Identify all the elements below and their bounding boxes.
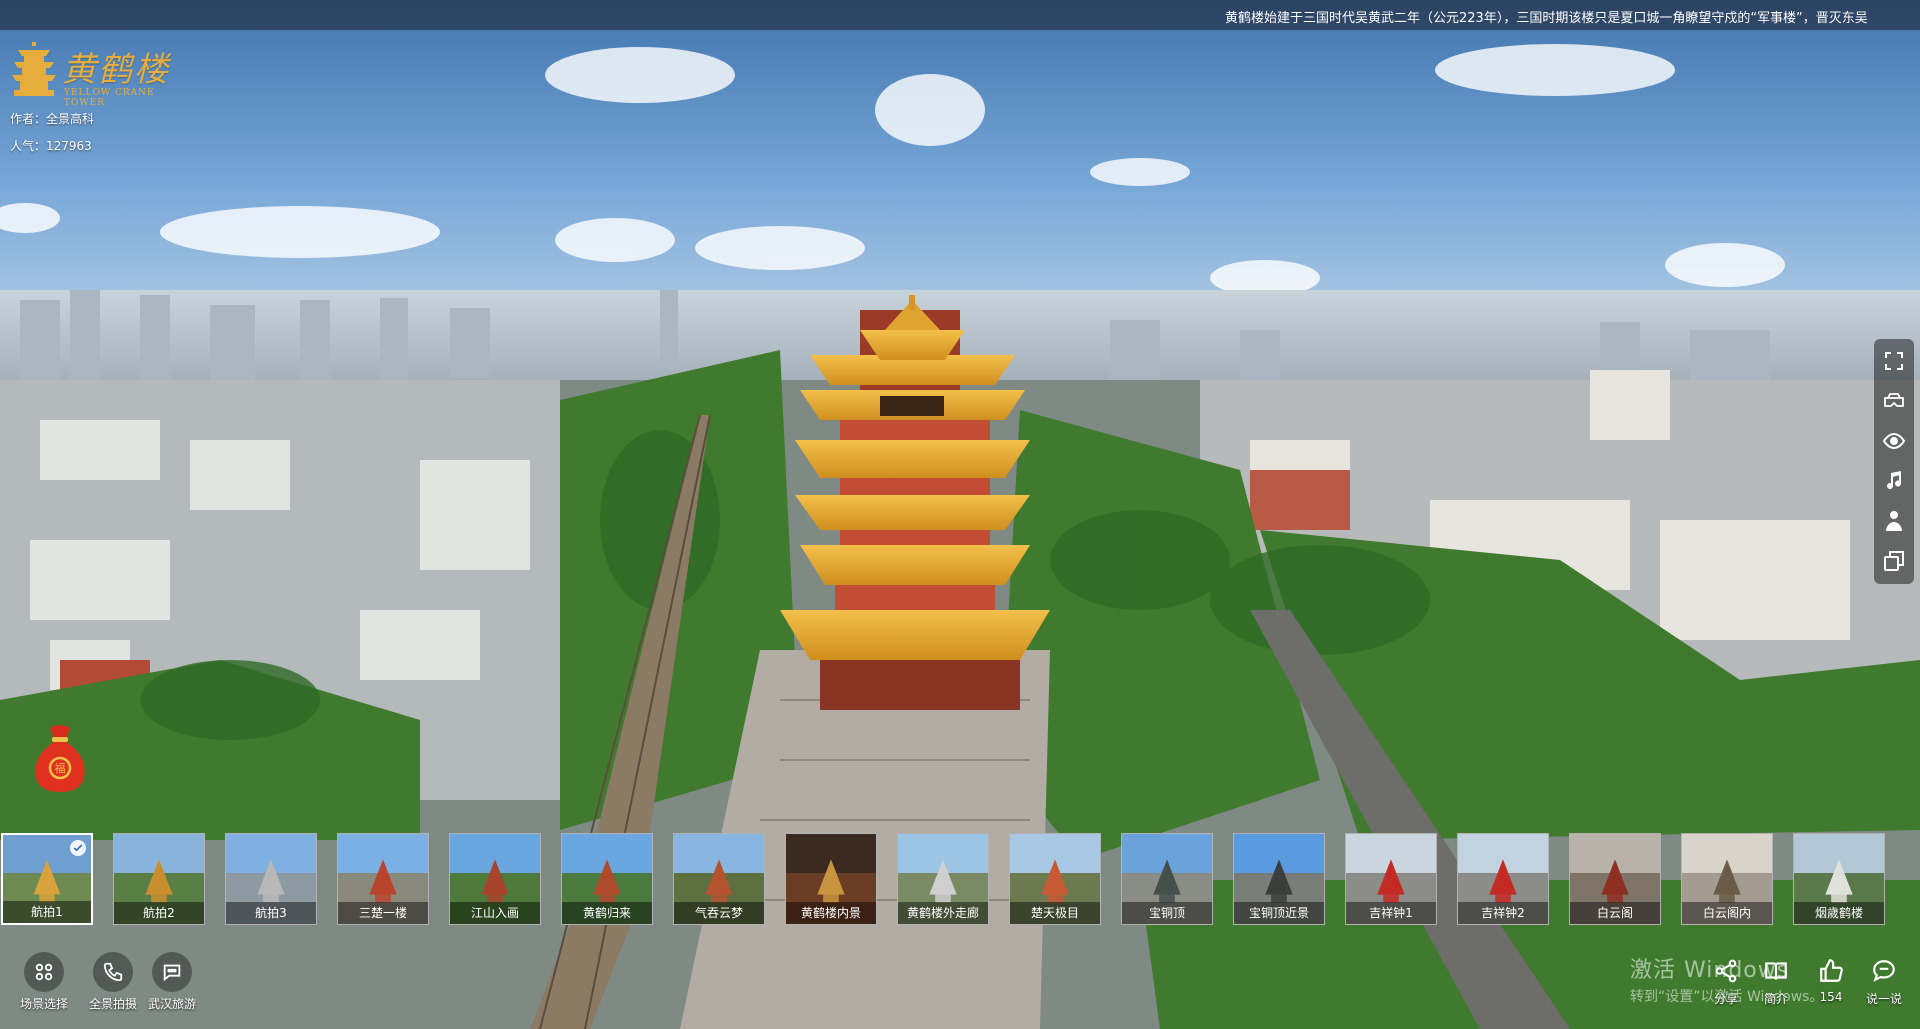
scene-thumbnail-label: 黄鹤楼内景 [786,902,876,924]
comment-button[interactable]: 说一说 [1858,958,1910,1014]
scene-thumbnail-label: 烟歲鹤楼 [1794,902,1884,924]
scene-thumbnail[interactable]: 航拍3 [225,833,317,925]
scene-thumbnail[interactable]: 黄鹤楼内景 [785,833,877,925]
announcement-marquee: 黄鹤楼始建于三国时代吴黄武二年（公元223年），三国时期该楼只是夏口城一角瞭望守… [0,0,1920,30]
comment-label: 说一说 [1865,992,1902,1006]
view-mode-button[interactable] [1874,421,1914,461]
svg-text:福: 福 [55,761,66,775]
scene-thumbnail-label: 航拍1 [3,901,91,923]
scene-thumbnail[interactable]: 吉祥钟2 [1457,833,1549,925]
scene-thumbnail[interactable]: 航拍1 [1,833,93,925]
scene-thumbnail-label: 白云阁 [1570,902,1660,924]
like-count: 154 [1819,990,1843,1004]
eye-icon [1882,432,1906,450]
scene-thumbnail[interactable]: 烟歲鹤楼 [1793,833,1885,925]
fullscreen-icon [1885,352,1903,370]
scene-thumbnail[interactable]: 黄鹤楼外走廊 [897,833,989,925]
fullscreen-button[interactable] [1874,341,1914,381]
scene-thumbnail-label: 黄鹤楼外走廊 [898,902,988,924]
scene-thumbnail[interactable]: 气吞云梦 [673,833,765,925]
window-switch-icon [1884,551,1904,571]
chat-bubble-icon [163,964,181,982]
right-toolbar [1874,339,1914,584]
share-button[interactable]: 分享 [1700,958,1752,1014]
intro-label: 简介 [1763,992,1788,1006]
thumbs-up-icon [1820,959,1843,982]
author-text: 作者：全景高科 [10,112,95,126]
intro-button[interactable]: 简介 [1750,958,1802,1014]
phone-icon [103,962,123,982]
scene-thumbnail-label: 航拍3 [226,902,316,924]
scene-thumbnail-label: 白云阁内 [1682,902,1772,924]
scene-thumbnail[interactable]: 江山入画 [449,833,541,925]
wuhan-travel-label: 武汉旅游 [147,997,196,1011]
vr-glasses-icon [1884,393,1904,407]
window-switch-button[interactable] [1874,541,1914,581]
brand-title: 黄鹤楼 [62,50,170,90]
scene-thumbnail-label: 宝铜顶 [1122,902,1212,924]
scene-thumbnail[interactable]: 航拍2 [113,833,205,925]
scene-select-label: 场景选择 [19,997,68,1011]
scene-thumbnail-label: 江山入画 [450,902,540,924]
scene-thumbnail-label: 黄鹤归来 [562,902,652,924]
marquee-text: 黄鹤楼始建于三国时代吴黄武二年（公元223年），三国时期该楼只是夏口城一角瞭望守… [1225,11,1868,26]
music-icon [1887,471,1902,490]
brand-logo: 黄鹤楼 YELLOW CRANE TOWER [10,40,170,108]
scene-thumbnail[interactable]: 三楚一楼 [337,833,429,925]
scene-thumbnail[interactable]: 白云阁内 [1681,833,1773,925]
scene-thumbnail-label: 吉祥钟1 [1346,902,1436,924]
selected-check-icon [70,840,86,856]
money-bag-icon: 福 [35,725,85,792]
popularity-text: 人气：127963 [10,139,92,153]
guide-button[interactable] [1874,501,1914,541]
tower-logo-icon [12,42,56,96]
red-envelope-button[interactable]: 福 [28,722,92,794]
music-button[interactable] [1874,461,1914,501]
person-icon [1886,511,1902,531]
scene-thumbnail-strip: 航拍1 航拍2 航拍3 三楚一楼 江山入画 黄鹤归来 气吞云梦 黄鹤楼内景 黄鹤楼外走廊 楚天极目… [0,833,1920,931]
scene-thumbnail-label: 楚天极目 [1010,902,1100,924]
scene-thumbnail[interactable]: 宝铜顶 [1121,833,1213,925]
scene-thumbnail-label: 气吞云梦 [674,902,764,924]
vr-mode-button[interactable] [1874,381,1914,421]
scene-thumbnail[interactable]: 宝铜顶近景 [1233,833,1325,925]
scene-thumbnail-label: 吉祥钟2 [1458,902,1548,924]
scene-thumbnail[interactable]: 楚天极目 [1009,833,1101,925]
comment-icon [1873,960,1895,982]
scene-thumbnail[interactable]: 白云阁 [1569,833,1661,925]
grid-icon [35,963,53,981]
scene-thumbnail[interactable]: 吉祥钟1 [1345,833,1437,925]
scene-thumbnail-label: 航拍2 [114,902,204,924]
share-label: 分享 [1713,992,1738,1006]
scene-thumbnail[interactable]: 黄鹤归来 [561,833,653,925]
like-button[interactable]: 154 [1805,958,1857,1014]
scene-select-button[interactable]: 场景选择 [8,952,80,1012]
book-icon [1765,962,1787,980]
brand-subtitle: YELLOW CRANE TOWER [64,88,155,108]
scene-thumbnail-label: 三楚一楼 [338,902,428,924]
wuhan-travel-button[interactable]: 武汉旅游 [136,952,208,1012]
scene-thumbnail-label: 宝铜顶近景 [1234,902,1324,924]
share-icon [1715,959,1737,983]
